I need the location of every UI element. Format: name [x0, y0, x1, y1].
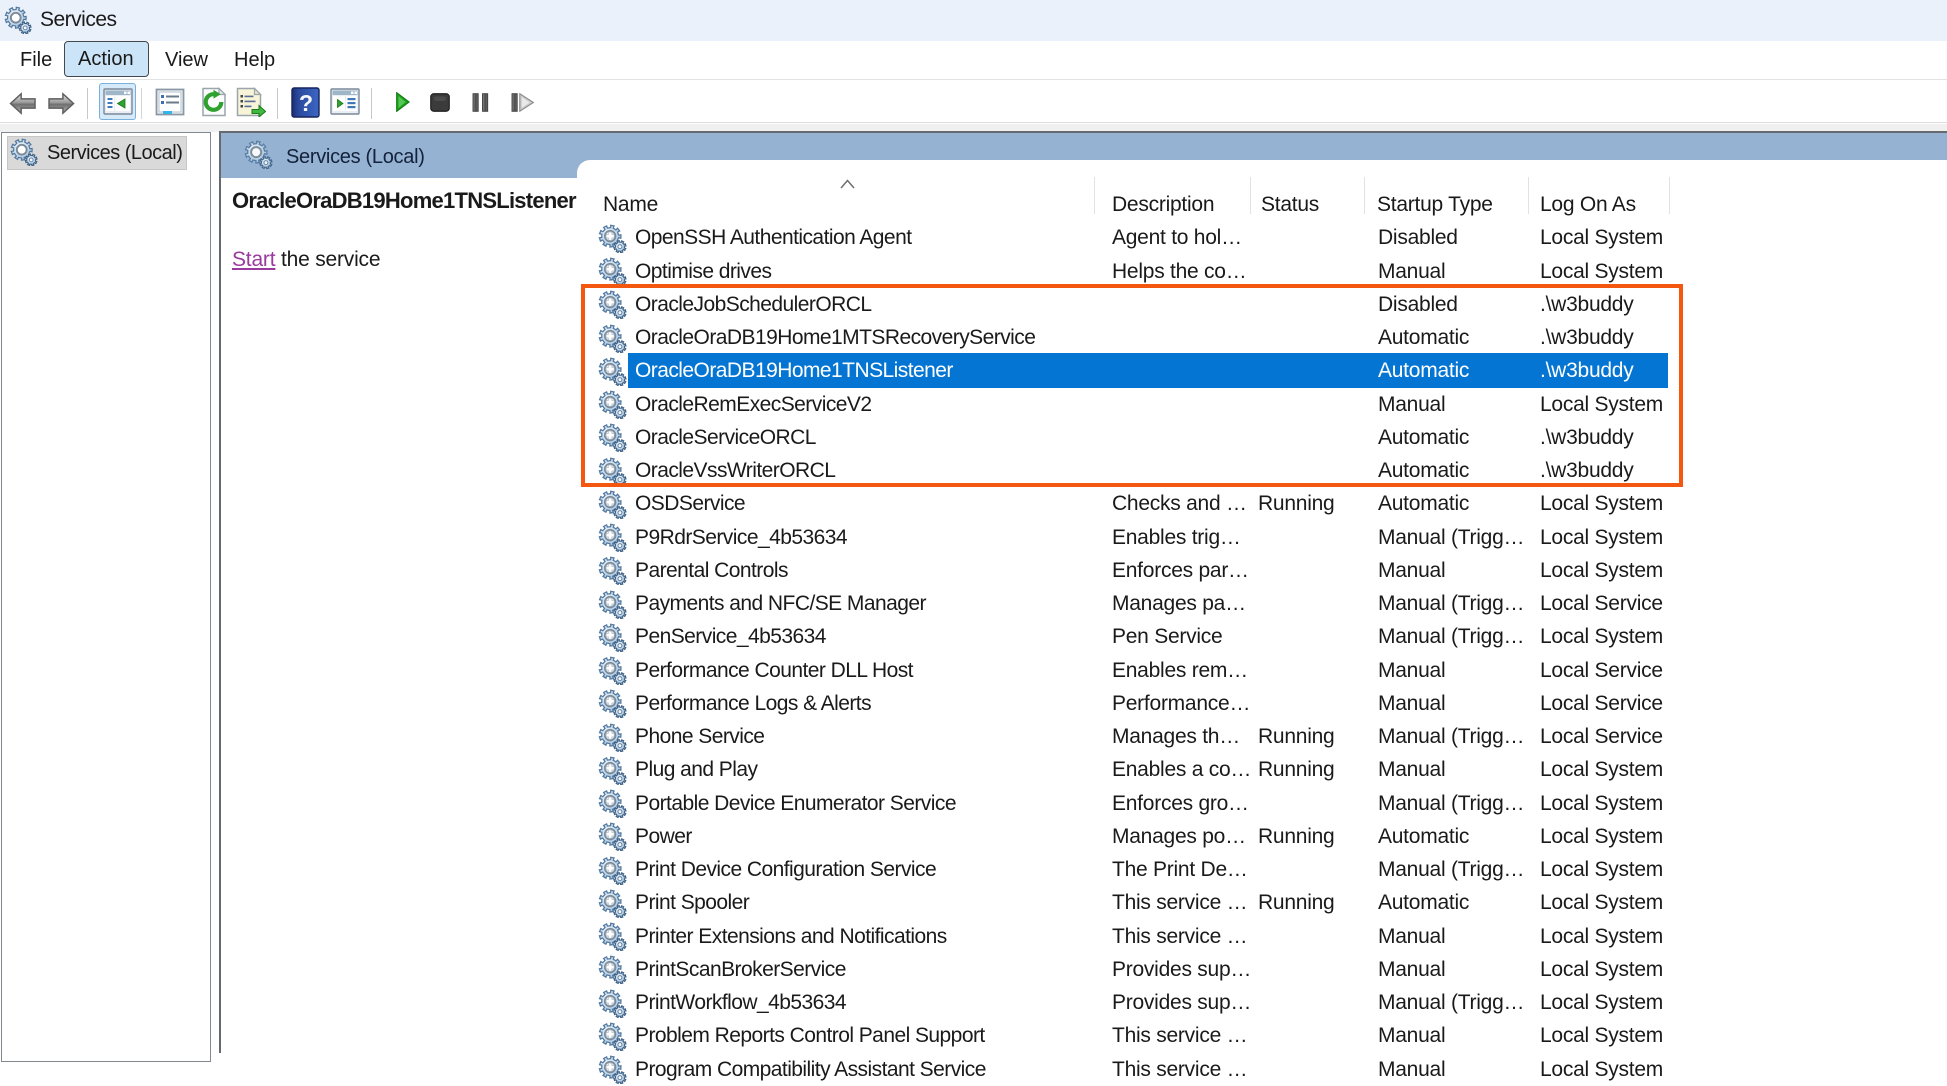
svg-text:?: ? — [299, 90, 313, 116]
